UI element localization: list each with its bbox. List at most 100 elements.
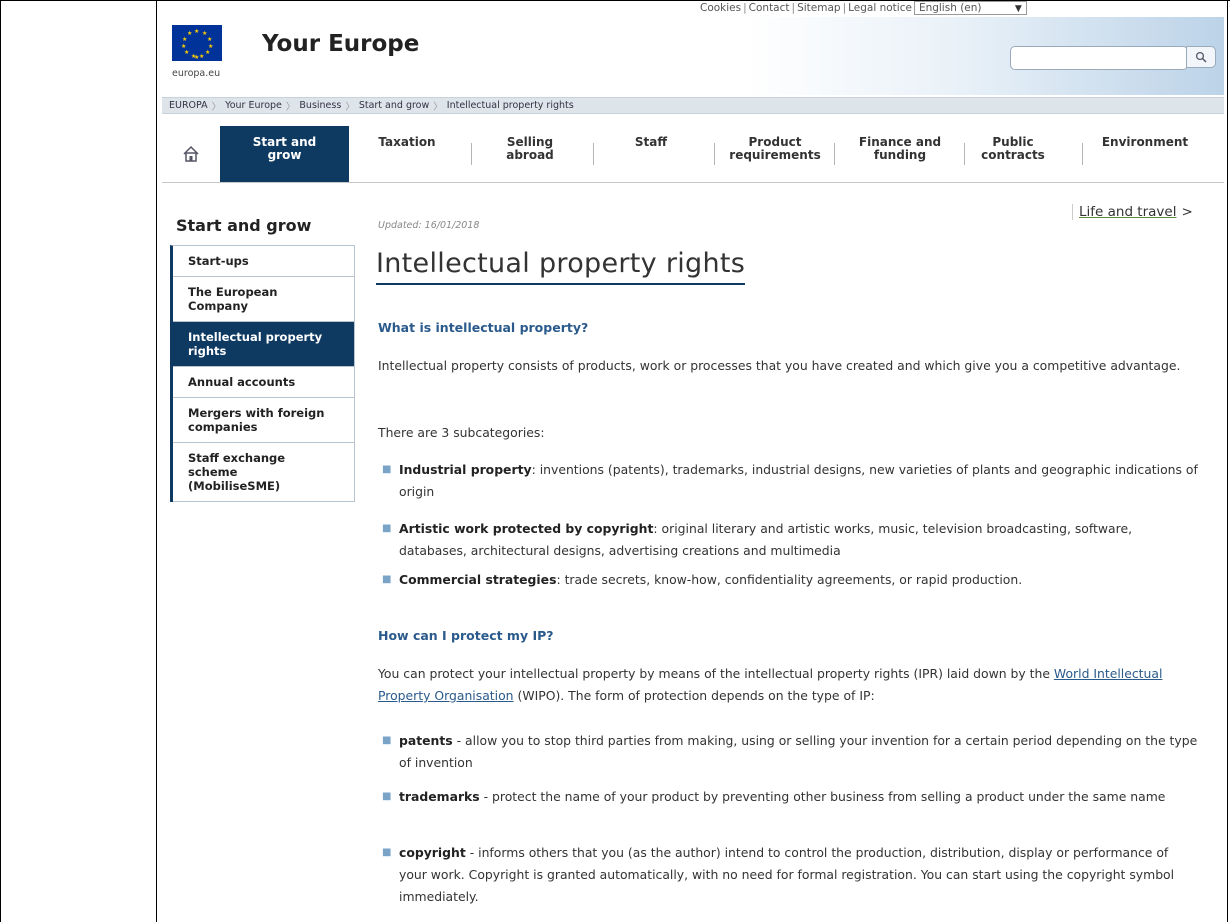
cookies-link[interactable]: Cookies [700,2,741,14]
chevron-right-icon: > [1181,204,1193,220]
search-input[interactable] [1010,46,1188,70]
legal-notice-link[interactable]: Legal notice [848,2,912,14]
list-item-text: - protect the name of your product by pr… [479,789,1166,804]
tab-public-contracts[interactable]: Public contracts [968,126,1058,182]
tab-finance-and-funding[interactable]: Finance and funding [838,126,962,182]
tab-environment[interactable]: Environment [1086,126,1204,182]
paragraph-subcategories: There are 3 subcategories: [378,425,545,440]
sidebar-item-staff-exchange[interactable]: Staff exchange scheme (MobiliseSME) [173,443,354,502]
tab-label-line1: Selling [506,135,554,149]
sitemap-link[interactable]: Sitemap [797,2,841,14]
paragraph-protect: You can protect your intellectual proper… [378,663,1208,707]
list-item-text: - allow you to stop third parties from m… [399,733,1198,770]
tab-label-line2: contracts [981,148,1045,162]
list-item-text: : trade secrets, know-how, confidentiali… [556,572,1023,587]
site-title[interactable]: Your Europe [262,31,419,57]
list-item: ■ Industrial property: inventions (patent… [378,459,1198,503]
frame-right-border [1227,0,1228,922]
nav-divider [1082,143,1083,165]
sidebar-item-start-ups[interactable]: Start-ups [173,246,354,277]
list-item: ■ Artistic work protected by copyright: o… [378,518,1198,562]
nav-divider [834,143,835,165]
list-item: ■ patents - allow you to stop third parti… [378,730,1198,774]
paragraph-protect-text-a: You can protect your intellectual proper… [378,666,1054,681]
list-item: ■ trademarks - protect the name of your p… [378,786,1198,808]
breadcrumb: EUROPA 〉 Your Europe 〉 Business 〉 Start … [162,97,1224,114]
list-item-term: Artistic work protected by copyright [399,521,654,536]
list-item-term: Industrial property [399,462,532,477]
bullet-icon: ■ [382,464,392,475]
utility-separator: | [791,2,796,14]
eu-flag-logo[interactable]: ★ ★ ★ ★ ★ ★ ★ ★ ★ ★ ★ ★ [172,25,222,61]
tab-staff[interactable]: Staff [608,126,694,182]
bullet-icon: ■ [382,735,392,746]
list-item-term: Commercial strategies [399,572,557,587]
updated-date: Updated: 16/01/2018 [378,220,480,231]
link-divider [1072,204,1073,220]
bullet-icon: ■ [382,523,392,534]
list-item-term: copyright [399,845,466,860]
main-navigation: Start and grow Taxation Selling abroad Sta… [162,126,1224,183]
home-icon [183,145,199,162]
tab-label-line1: Taxation [378,135,436,149]
list-item: ■ copyright - informs others that you (as… [378,842,1198,908]
life-and-travel-label: Life and travel [1079,204,1177,220]
tab-label-line1: Environment [1101,135,1189,149]
nav-divider [714,143,715,165]
search-icon [1195,51,1207,63]
nav-divider [964,143,965,165]
tab-label-line2: requirements [729,148,821,162]
bullet-icon: ■ [382,847,392,858]
breadcrumb-separator-icon: 〉 [285,101,296,113]
europa-label[interactable]: europa.eu [172,68,220,79]
language-value: English (en) [918,2,982,14]
breadcrumb-item[interactable]: EUROPA [169,100,208,111]
section-heading-protect: How can I protect my IP? [378,628,554,643]
sidebar-item-mergers[interactable]: Mergers with foreign companies [173,398,354,443]
list-item-term: trademarks [399,789,480,804]
tab-label-line2: grow [267,148,302,162]
sidebar-title: Start and grow [176,216,312,235]
paragraph-protect-text-b: (WIPO). The form of protection depends o… [513,688,875,703]
breadcrumb-separator-icon: 〉 [345,101,355,113]
bullet-icon: ■ [382,791,392,802]
tab-start-and-grow[interactable]: Start and grow [220,126,349,182]
sidebar-item-intellectual-property[interactable]: Intellectual property rights [173,322,354,367]
sidebar-item-european-company[interactable]: The European Company [173,277,354,322]
breadcrumb-separator-icon: 〉 [433,101,443,113]
tab-label-line1: Staff [634,135,668,149]
tab-taxation[interactable]: Taxation [357,126,457,182]
tab-label-line1: Start and [252,135,317,149]
language-select[interactable]: English (en) ▼ [913,1,1027,15]
utility-bar: Cookies | Contact | Sitemap | Legal noti… [700,0,1227,16]
chevron-down-icon: ▼ [1014,4,1022,14]
breadcrumb-separator-icon: 〉 [211,101,222,113]
page-title: Intellectual property rights [376,248,746,285]
tab-label-line1: Finance and [858,135,942,149]
tab-label-line2: abroad [506,148,554,162]
life-and-travel-link[interactable]: Life and travel > [1072,204,1193,220]
contact-link[interactable]: Contact [749,2,790,14]
list-item: ■ Commercial strategies: trade secrets, k… [378,569,1198,591]
tab-label-line1: Public [992,135,1034,149]
breadcrumb-item[interactable]: Business [299,100,341,111]
nav-divider [471,143,472,165]
tab-label-line2: funding [873,148,927,162]
search-button[interactable] [1186,46,1216,68]
tab-selling-abroad[interactable]: Selling abroad [480,126,580,182]
list-item-text: - informs others that you (as the author… [399,845,1175,904]
site-header: ★ ★ ★ ★ ★ ★ ★ ★ ★ ★ ★ ★ europa.eu Your E… [162,17,1224,95]
section-heading-what: What is intellectual property? [378,320,589,335]
sidebar-menu: Start-ups The European Company Intellect… [170,245,355,502]
home-tab[interactable] [162,126,220,182]
breadcrumb-item[interactable]: Your Europe [225,100,282,111]
nav-divider [593,143,594,165]
tab-label-line1: Product [748,135,802,149]
bullet-icon: ■ [382,574,392,585]
paragraph-what: Intellectual property consists of produc… [378,358,1181,373]
breadcrumb-item[interactable]: Start and grow [359,100,429,111]
tab-product-requirements[interactable]: Product requirements [718,126,832,182]
utility-separator: | [842,2,847,14]
breadcrumb-item-current: Intellectual property rights [446,100,574,111]
sidebar-item-annual-accounts[interactable]: Annual accounts [173,367,354,398]
